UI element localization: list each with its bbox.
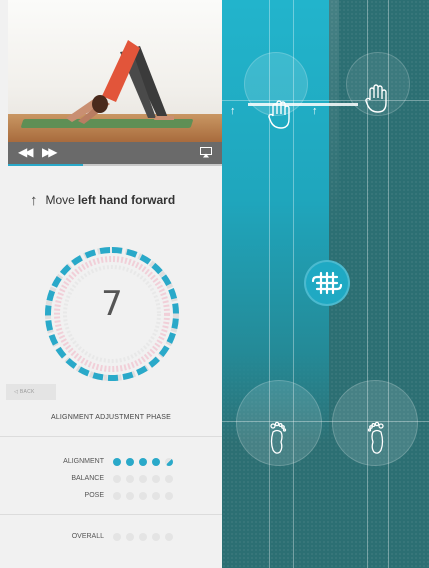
metric-label: ALIGNMENT xyxy=(63,458,104,465)
metric-dot xyxy=(113,533,121,541)
metric-dot xyxy=(165,475,173,483)
foot-icon xyxy=(270,421,287,454)
metric-dots xyxy=(113,458,173,466)
hand-icon xyxy=(365,84,387,113)
metric-pose: POSE xyxy=(0,490,222,502)
up-arrow-icon: ↑ xyxy=(30,191,38,209)
fast-forward-icon[interactable]: ▶▶ xyxy=(42,145,58,159)
metric-dot xyxy=(113,492,121,500)
light-band xyxy=(329,0,339,230)
rewind-icon[interactable]: ◀◀ xyxy=(18,145,34,159)
metric-dot xyxy=(139,475,147,483)
center-of-gravity-marker xyxy=(304,260,350,306)
up-arrow-icon: ↑ xyxy=(230,105,236,117)
metric-dots xyxy=(113,475,173,483)
instruction-prefix: Move xyxy=(45,193,75,207)
metric-dot xyxy=(113,458,121,466)
alignment-bar xyxy=(248,103,358,106)
metric-label: BALANCE xyxy=(71,475,104,482)
metric-label: OVERALL xyxy=(71,533,104,540)
video-progress-bar[interactable] xyxy=(8,164,222,166)
metric-dot xyxy=(126,458,134,466)
yoga-pose-figure xyxy=(66,40,174,124)
metric-dot xyxy=(139,458,147,466)
metric-dot xyxy=(113,475,121,483)
metric-dot xyxy=(152,533,160,541)
metric-dot xyxy=(165,492,173,500)
instruction-text: ↑ Move left hand forward xyxy=(30,190,210,210)
instruction-emphasis: left hand forward xyxy=(77,193,176,207)
metric-dot xyxy=(152,492,160,500)
divider xyxy=(0,436,222,437)
back-label: BACK xyxy=(19,389,35,395)
metric-alignment: ALIGNMENT xyxy=(0,456,222,468)
foot-icon xyxy=(367,421,384,454)
metric-dots xyxy=(113,533,173,541)
metric-dot xyxy=(165,458,173,466)
up-arrow-icon: ↑ xyxy=(312,105,318,117)
phase-title: ALIGNMENT ADJUSTMENT PHASE xyxy=(50,414,172,421)
airplay-icon[interactable] xyxy=(200,147,212,158)
hand-icon xyxy=(268,100,290,129)
metric-label: POSE xyxy=(84,492,104,499)
metric-dot xyxy=(152,458,160,466)
celtic-knot-icon xyxy=(311,271,343,295)
metric-dot xyxy=(139,492,147,500)
metric-dot xyxy=(139,533,147,541)
rep-counter: 7 xyxy=(101,284,123,324)
metric-dots xyxy=(113,492,173,500)
video-player[interactable] xyxy=(8,0,222,142)
divider xyxy=(0,514,222,515)
back-button[interactable]: ◁ BACK xyxy=(6,384,56,400)
body-tracking-view: ↑ ↑ xyxy=(222,0,429,568)
coaching-panel: ◀◀ ▶▶ ↑ Move left hand forward 7 ◁ BACK … xyxy=(0,0,222,568)
metric-dot xyxy=(126,492,134,500)
metric-overall: OVERALL xyxy=(0,531,222,543)
video-progress-fill xyxy=(8,164,83,166)
metric-dot xyxy=(126,475,134,483)
video-controls: ◀◀ ▶▶ xyxy=(8,142,222,164)
metric-dot xyxy=(165,533,173,541)
metric-dot xyxy=(152,475,160,483)
metric-dot xyxy=(126,533,134,541)
metric-balance: BALANCE xyxy=(0,473,222,485)
